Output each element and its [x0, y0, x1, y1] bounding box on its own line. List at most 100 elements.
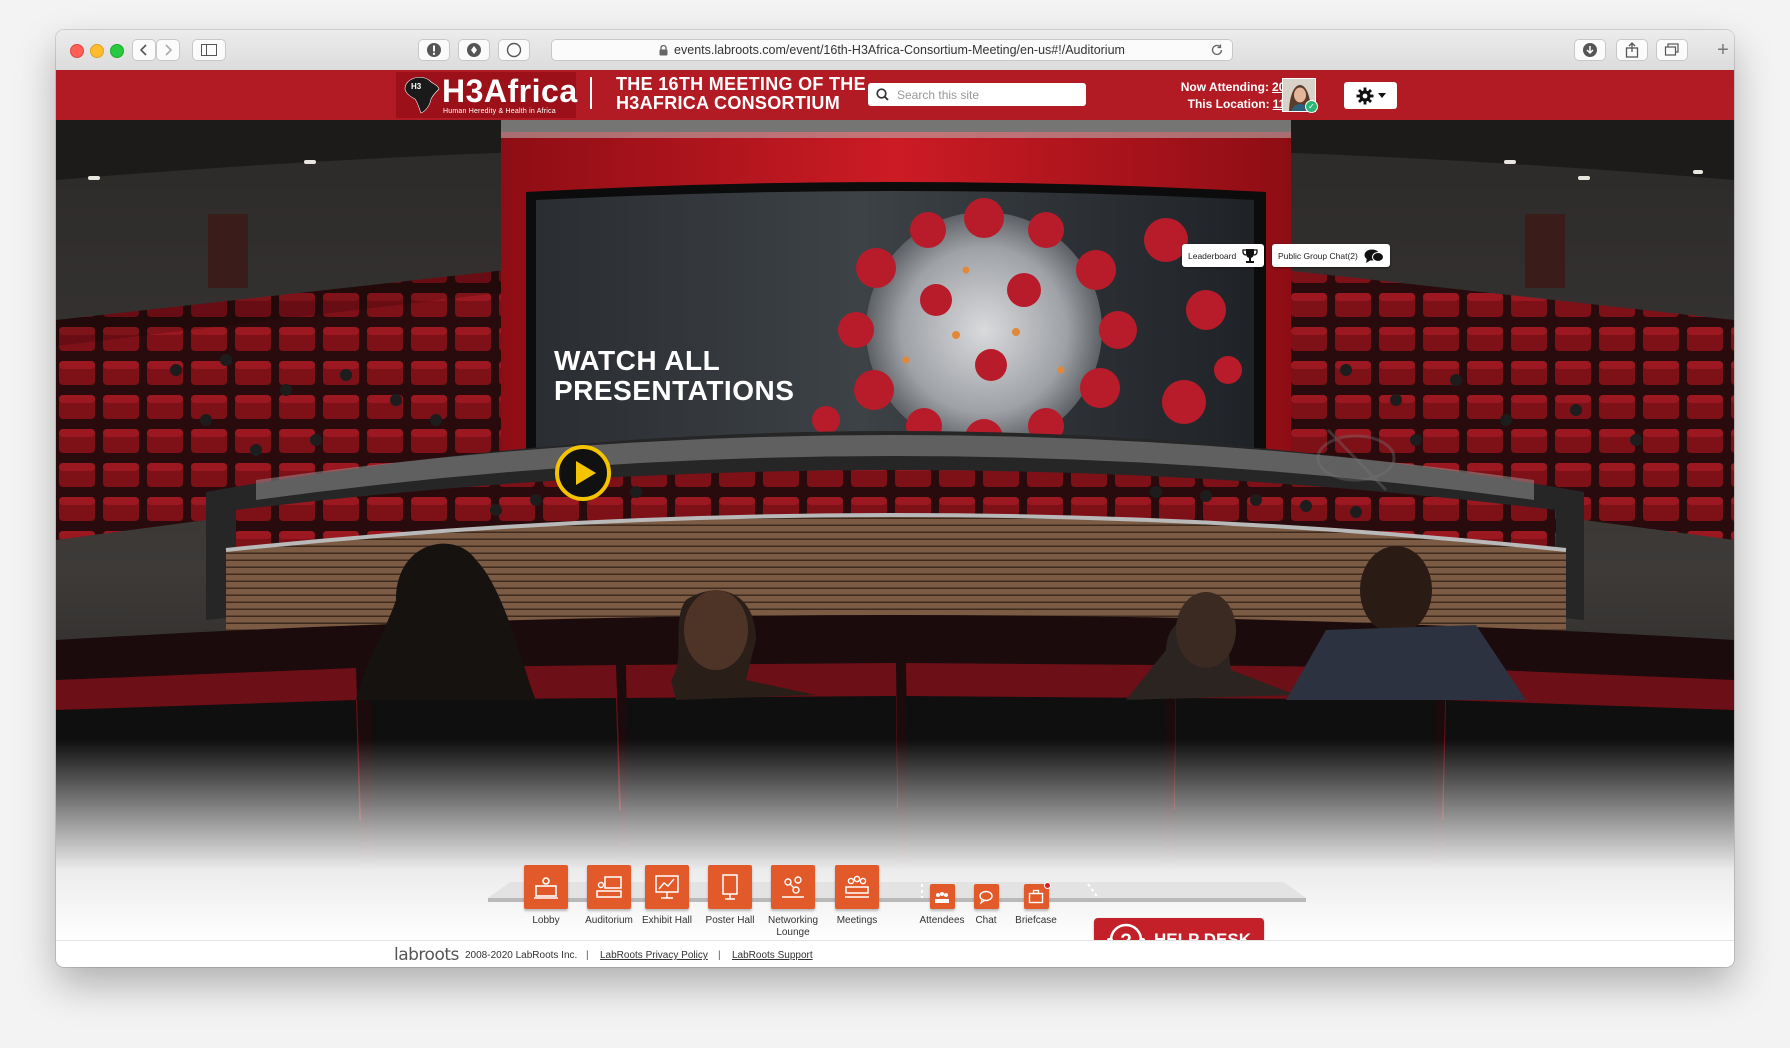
nav-poster-hall-label: Poster Hall — [705, 915, 755, 926]
nav-attendees[interactable]: Attendees — [914, 884, 970, 927]
nav-auditorium-label: Auditorium — [585, 915, 633, 926]
compass-icon — [506, 42, 522, 58]
svg-text:?: ? — [1120, 931, 1132, 940]
briefcase-icon — [1023, 882, 1051, 909]
poster-hall-icon — [708, 865, 752, 909]
attendees-icon — [929, 884, 955, 909]
reload-icon[interactable] — [1210, 43, 1224, 57]
networking-lounge-icon — [771, 865, 815, 909]
caret-down-icon — [1377, 93, 1386, 98]
tab-overview-button[interactable] — [1656, 39, 1688, 61]
nav-chat-label: Chat — [975, 915, 997, 926]
public-chat-label: Public Group Chat(2) — [1278, 250, 1358, 261]
browser-window: events.labroots.com/event/16th-H3Africa-… — [56, 30, 1734, 967]
settings-menu-button[interactable] — [1344, 82, 1397, 109]
event-title-line2: H3AFRICA CONSORTIUM — [616, 93, 841, 113]
play-icon — [555, 445, 611, 501]
nav-lobby-label: Lobby — [532, 915, 560, 926]
chevron-left-icon — [140, 44, 147, 56]
share-button[interactable] — [1616, 39, 1648, 61]
auditorium-scene: Leaderboard Public Group Chat(2) WATCH A… — [56, 120, 1734, 940]
alert-icon — [427, 43, 441, 57]
logo-subtitle: Human Heredity & Health in Africa — [443, 108, 556, 115]
nav-meetings[interactable]: Meetings — [826, 865, 888, 927]
this-location-label: This Location: — [1187, 97, 1270, 111]
play-presentations-button[interactable] — [554, 444, 612, 507]
nav-briefcase-label: Briefcase — [1015, 915, 1057, 926]
site-search[interactable] — [868, 83, 1086, 106]
downloads-button[interactable] — [1574, 39, 1606, 61]
meetings-icon — [835, 865, 879, 909]
briefcase-notification-dot — [1043, 882, 1051, 889]
address-bar[interactable]: events.labroots.com/event/16th-H3Africa-… — [551, 39, 1233, 61]
lock-icon — [659, 44, 668, 55]
help-desk-label: HELP DESK — [1154, 930, 1251, 940]
reader-extension-button[interactable] — [498, 39, 530, 61]
zoom-window-button[interactable] — [110, 44, 124, 58]
nav-exhibit-hall-label: Exhibit Hall — [641, 915, 693, 926]
new-tab-button[interactable]: + — [1712, 38, 1734, 62]
nav-lobby[interactable]: Lobby — [521, 865, 571, 927]
trophy-icon — [1242, 248, 1258, 263]
site-header: H3 H3Africa Human Heredity & Health in A… — [56, 70, 1734, 120]
site-footer: labroots 2008-2020 LabRoots Inc. | LabRo… — [56, 940, 1734, 967]
auditorium-render — [56, 120, 1734, 940]
leaderboard-label: Leaderboard — [1188, 250, 1237, 261]
browser-toolbar: events.labroots.com/event/16th-H3Africa-… — [56, 30, 1734, 71]
now-attending-label: Now Attending: — [1180, 80, 1269, 94]
nav-networking-label-line2: Lounge — [776, 927, 810, 938]
nav-briefcase[interactable]: Briefcase — [1012, 882, 1060, 927]
forward-button[interactable] — [156, 39, 180, 61]
auditorium-icon — [587, 865, 631, 909]
leaderboard-button[interactable]: Leaderboard — [1182, 244, 1265, 267]
h3africa-logo[interactable]: H3 H3Africa Human Heredity & Health in A… — [396, 72, 578, 118]
extension-icon — [467, 43, 481, 57]
chat-bubbles-icon — [1364, 249, 1384, 263]
gear-icon — [1356, 87, 1373, 104]
africa-map-icon: H3 — [404, 76, 440, 114]
privacy-report-button[interactable] — [418, 39, 450, 61]
privacy-policy-link[interactable]: LabRoots Privacy Policy — [600, 950, 708, 961]
nav-meetings-label: Meetings — [836, 915, 878, 926]
nav-exhibit-hall[interactable]: Exhibit Hall — [634, 865, 700, 927]
minimize-window-button[interactable] — [90, 44, 104, 58]
nav-attendees-label: Attendees — [919, 915, 965, 926]
nav-networking-label-line1: Networking — [767, 915, 819, 926]
nav-poster-hall[interactable]: Poster Hall — [699, 865, 761, 927]
public-group-chat-button[interactable]: Public Group Chat(2) — [1272, 244, 1390, 267]
online-status-icon: ✓ — [1305, 100, 1318, 113]
download-icon — [1583, 43, 1597, 57]
back-button[interactable] — [132, 39, 156, 61]
event-title-line1: THE 16TH MEETING OF THE — [616, 74, 866, 94]
nav-auditorium[interactable]: Auditorium — [579, 865, 639, 927]
screen-line1: WATCH ALL — [554, 345, 721, 376]
search-input[interactable] — [895, 86, 1079, 103]
screen-line2: PRESENTATIONS — [554, 375, 795, 406]
event-title: THE 16TH MEETING OF THE H3AFRICA CONSORT… — [616, 75, 866, 113]
chevron-right-icon — [165, 44, 172, 56]
tabs-icon — [1664, 43, 1679, 56]
footer-separator: | — [718, 950, 721, 961]
svg-text:H3: H3 — [411, 82, 422, 91]
url-text: events.labroots.com/event/16th-H3Africa-… — [674, 43, 1125, 57]
logo-title: H3Africa — [442, 73, 578, 109]
copyright-text: 2008-2020 LabRoots Inc. — [465, 950, 578, 961]
sidebar-toggle-button[interactable] — [192, 39, 226, 61]
nav-chat[interactable]: Chat — [966, 884, 1006, 927]
sidebar-icon — [201, 44, 217, 56]
nav-networking-lounge[interactable]: Networking Lounge — [760, 865, 826, 939]
lobby-icon — [524, 865, 568, 909]
share-icon — [1625, 42, 1639, 58]
labroots-logo[interactable]: labroots — [394, 945, 459, 965]
help-desk-button[interactable]: ? HELP DESK — [1094, 918, 1264, 940]
attendance-info: Now Attending:202 This Location:113 — [1116, 79, 1292, 113]
extension-button[interactable] — [458, 39, 490, 61]
chat-icon — [973, 884, 999, 909]
watch-presentations-text[interactable]: WATCH ALL PRESENTATIONS — [554, 346, 794, 406]
support-link[interactable]: LabRoots Support — [732, 950, 813, 961]
headset-icon: ? — [1107, 923, 1145, 940]
close-window-button[interactable] — [70, 44, 84, 58]
search-icon — [876, 88, 889, 101]
footer-separator: | — [586, 950, 589, 961]
header-divider — [590, 77, 592, 109]
